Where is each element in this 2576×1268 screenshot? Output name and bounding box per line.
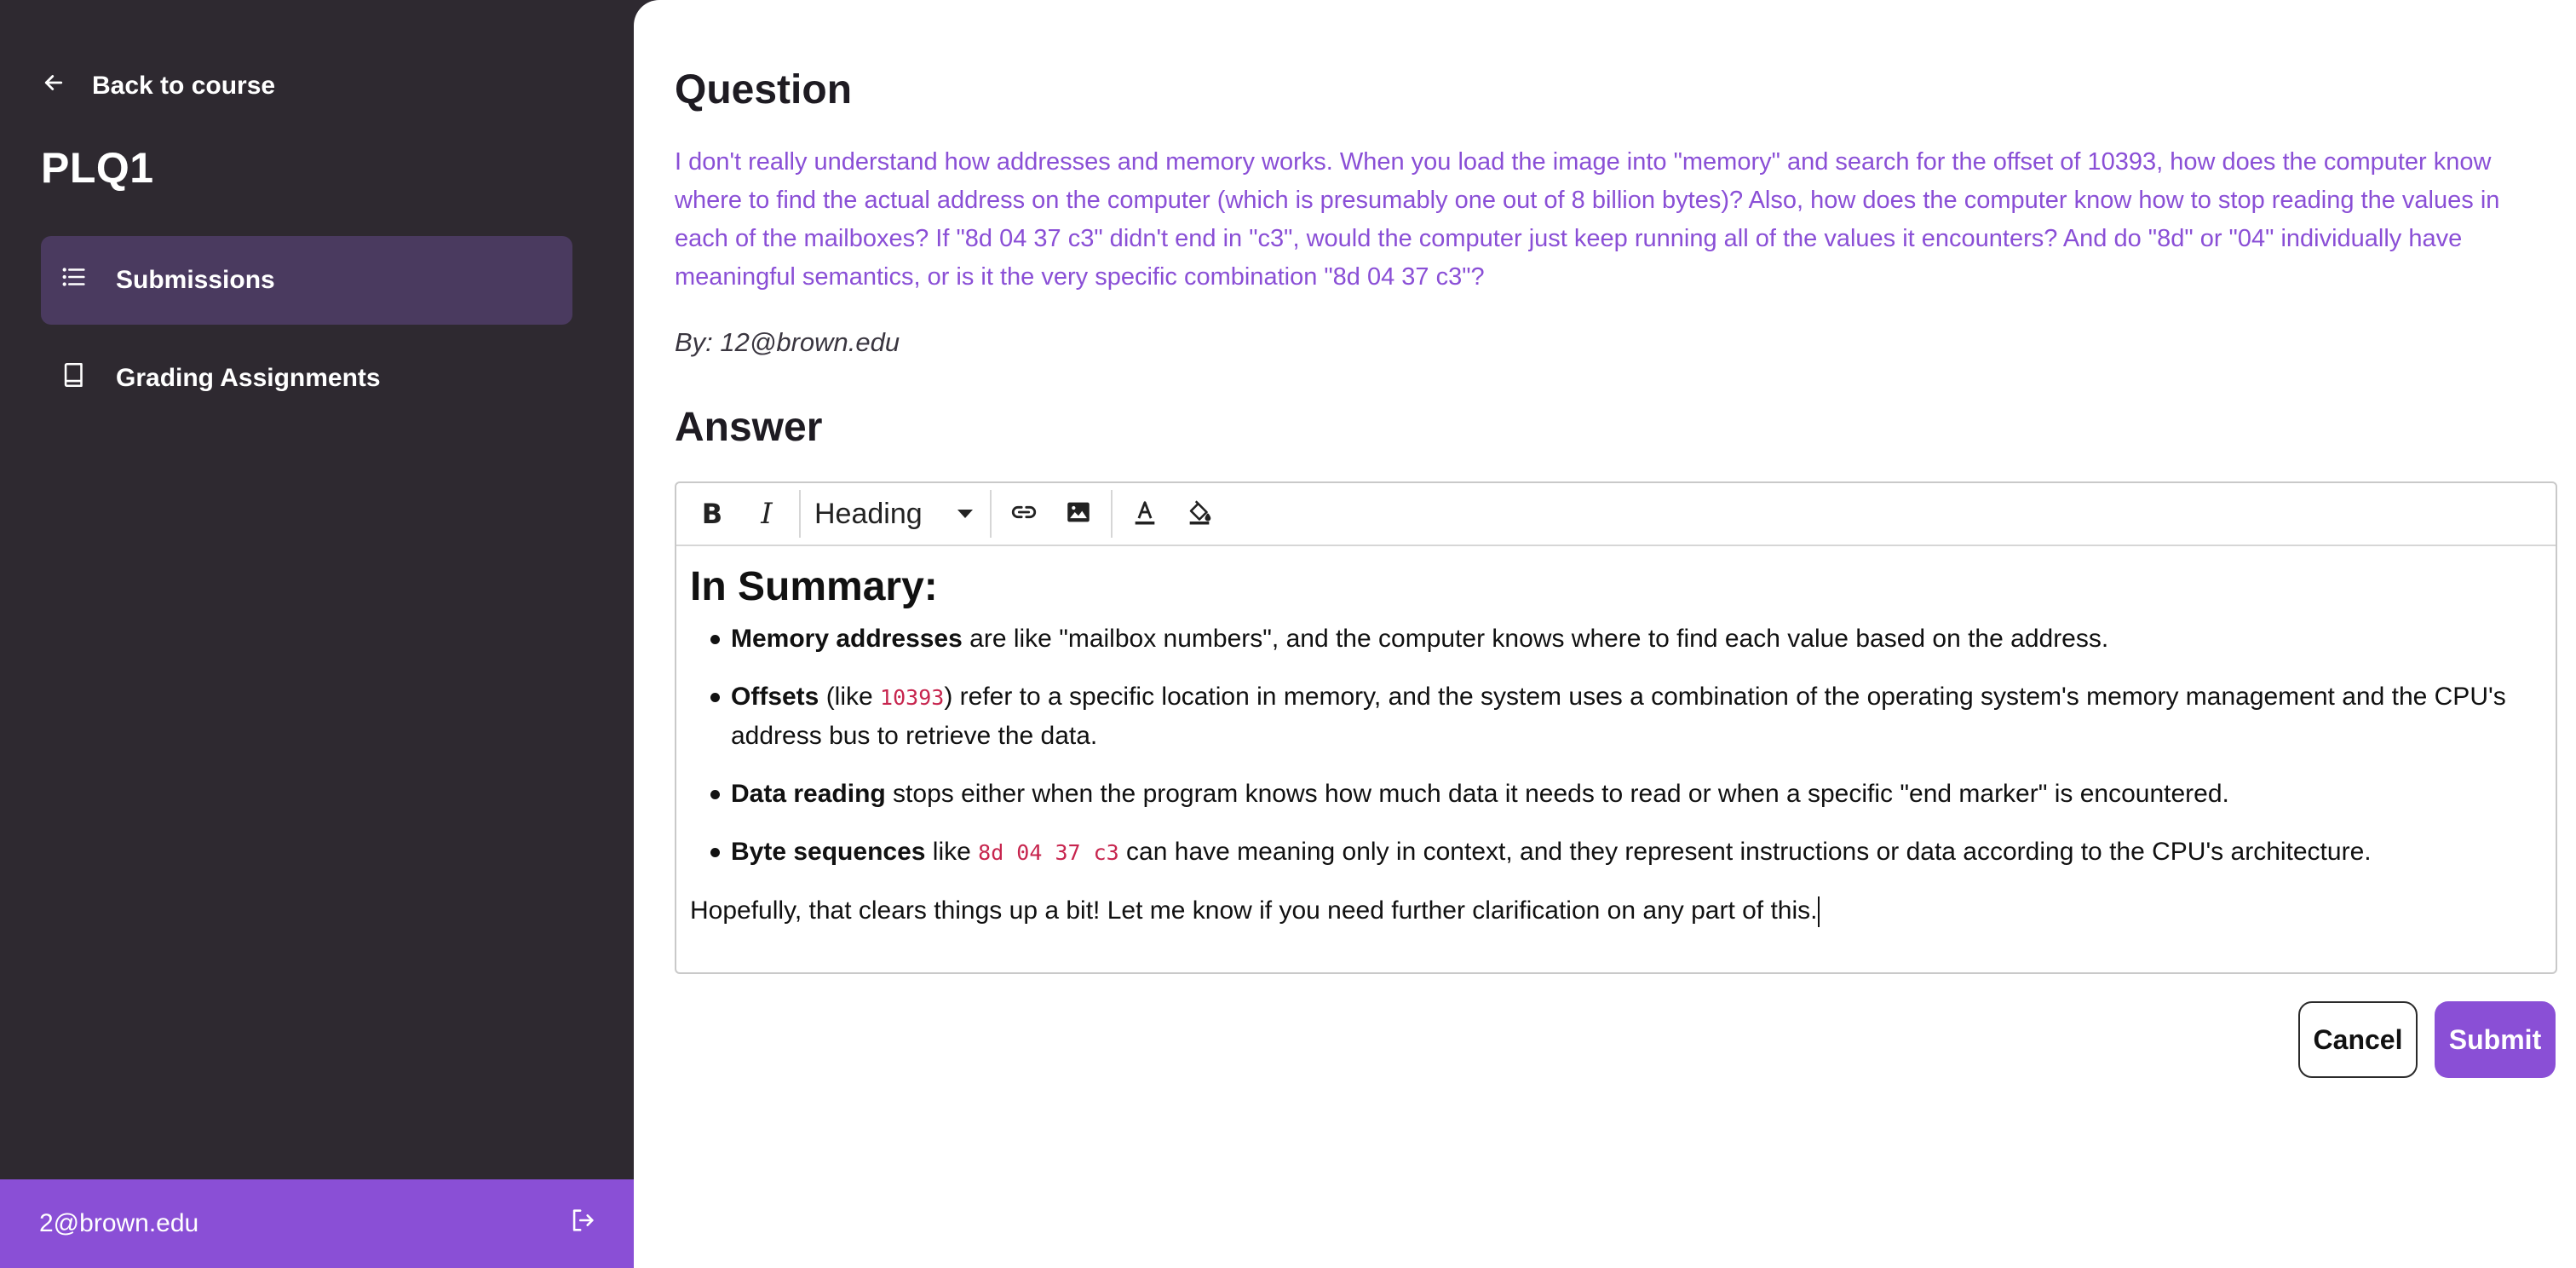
list-item-text: can have meaning only in context, and th… bbox=[1118, 838, 2372, 866]
highlight-color-button[interactable] bbox=[1172, 487, 1227, 541]
text-cursor bbox=[1817, 896, 1820, 928]
question-author: By: 12@brown.edu bbox=[675, 327, 900, 357]
list-item: Offsets (like 10393) refer to a specific… bbox=[710, 677, 2542, 755]
list-item-text: are like "mailbox numbers", and the comp… bbox=[962, 625, 2109, 653]
submit-button[interactable]: Submit bbox=[2435, 1001, 2556, 1078]
arrow-left-icon bbox=[41, 70, 66, 102]
user-email: 2@brown.edu bbox=[39, 1209, 199, 1237]
list-item: Memory addresses are like "mailbox numbe… bbox=[710, 620, 2542, 658]
bold-button[interactable]: B bbox=[685, 487, 739, 541]
block-format-value: Heading bbox=[814, 497, 923, 530]
list-item-strong: Memory addresses bbox=[731, 625, 963, 653]
italic-button[interactable]: I bbox=[739, 487, 794, 541]
toolbar-divider bbox=[990, 490, 992, 538]
chevron-down-icon bbox=[957, 510, 973, 518]
sidebar: Back to course PLQ1 Submissions Grading … bbox=[0, 0, 634, 1268]
list-item-strong: Byte sequences bbox=[731, 838, 926, 866]
answer-editor[interactable]: B I Heading In Summary: Memory addresses… bbox=[675, 481, 2557, 974]
image-icon bbox=[1064, 498, 1093, 531]
logout-icon bbox=[568, 1206, 597, 1242]
list-item-text: stops either when the program knows how … bbox=[885, 780, 2229, 808]
editor-toolbar: B I Heading bbox=[676, 483, 2556, 546]
list-item-strong: Data reading bbox=[731, 780, 886, 808]
link-icon bbox=[1009, 498, 1038, 531]
back-to-course-link[interactable]: Back to course bbox=[41, 66, 275, 106]
answer-heading: Answer bbox=[675, 405, 823, 450]
closing-paragraph: Hopefully, that clears things up a bit! … bbox=[690, 891, 2542, 930]
toolbar-divider bbox=[799, 490, 801, 538]
paint-bucket-icon bbox=[1185, 498, 1214, 531]
text-color-icon bbox=[1130, 498, 1159, 531]
list-icon bbox=[60, 262, 89, 298]
list-item: Data reading stops either when the progr… bbox=[710, 775, 2542, 813]
book-icon bbox=[60, 360, 89, 396]
editor-content[interactable]: In Summary: Memory addresses are like "m… bbox=[676, 546, 2556, 930]
list-item-pre: (like bbox=[819, 683, 881, 711]
block-format-select[interactable]: Heading bbox=[806, 487, 985, 541]
main-panel: Question I don't really understand how a… bbox=[634, 0, 2576, 1268]
text-color-button[interactable] bbox=[1118, 487, 1172, 541]
list-item-pre: like bbox=[925, 838, 979, 866]
insert-link-button[interactable] bbox=[997, 487, 1051, 541]
inline-code: 8d 04 37 c3 bbox=[978, 840, 1119, 865]
list-item: Byte sequences like 8d 04 37 c3 can have… bbox=[710, 833, 2542, 872]
question-text: I don't really understand how addresses … bbox=[675, 148, 2500, 291]
insert-image-button[interactable] bbox=[1051, 487, 1106, 541]
list-item-text: ) refer to a specific location in memory… bbox=[731, 683, 2506, 750]
summary-list: Memory addresses are like "mailbox numbe… bbox=[690, 620, 2542, 872]
summary-heading: In Summary: bbox=[690, 564, 938, 609]
sidebar-item-submissions[interactable]: Submissions bbox=[41, 236, 572, 325]
list-item-strong: Offsets bbox=[731, 683, 819, 711]
user-footer: 2@brown.edu bbox=[0, 1179, 634, 1268]
closing-text: Hopefully, that clears things up a bit! … bbox=[690, 896, 1818, 925]
sidebar-item-grading-assignments[interactable]: Grading Assignments bbox=[41, 334, 572, 423]
sidebar-item-label: Grading Assignments bbox=[116, 364, 381, 392]
app-window: Back to course PLQ1 Submissions Grading … bbox=[0, 0, 2576, 1268]
question-heading: Question bbox=[675, 67, 853, 112]
toolbar-divider bbox=[1111, 490, 1113, 538]
inline-code: 10393 bbox=[880, 685, 945, 710]
sidebar-item-label: Submissions bbox=[116, 266, 275, 294]
back-to-course-label: Back to course bbox=[92, 72, 276, 100]
logout-button[interactable] bbox=[566, 1207, 600, 1241]
cancel-button[interactable]: Cancel bbox=[2298, 1001, 2418, 1078]
course-title: PLQ1 bbox=[41, 144, 154, 192]
